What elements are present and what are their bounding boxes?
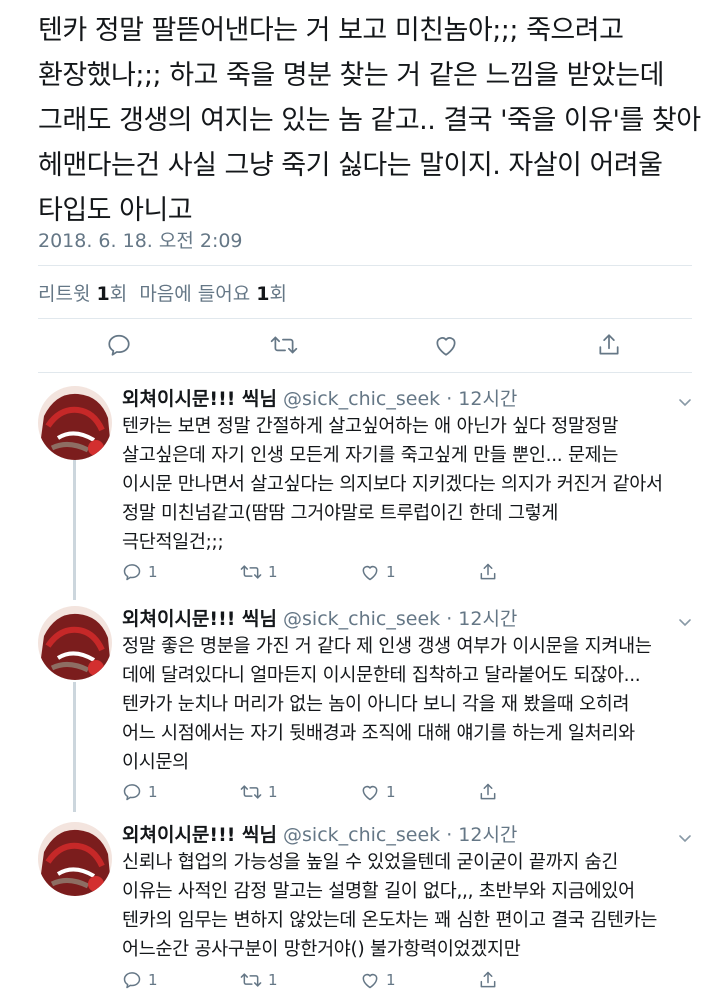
author-name[interactable]: 외쳐이시문!!! 씩님 [122,824,277,846]
retweet-button[interactable]: 1 [240,782,278,802]
retweet-button[interactable]: 1 [240,562,278,582]
retweet-stat[interactable]: 리트윗 1회 [38,283,127,305]
retweet-icon [270,332,298,358]
retweet-count: 1 [268,783,278,801]
like-stat[interactable]: 마음에 들어요 1회 [139,283,287,305]
reply-count: 1 [148,563,158,581]
divider [38,372,692,373]
reply-tweet[interactable]: 외쳐이시문!!! 씩님 @sick_chic_seek · 12시간 신뢰나 협… [0,820,720,1003]
reply-line: 이유는 사적인 감정 말고는 설명할 길이 없다,,, 초반부와 지금에있어 [122,881,635,902]
chevron-down-icon[interactable] [678,612,692,631]
retweet-stat-unit: 회 [109,283,128,305]
avatar[interactable] [38,606,112,680]
share-button[interactable] [478,970,498,990]
like-button[interactable] [433,332,459,358]
share-icon [478,970,498,990]
like-count: 1 [386,783,396,801]
reply-line: 데에 달려있다니 얼마든지 이시문한테 집착하고 달라붙어도 되잖아... [122,665,641,686]
reply-icon [122,562,142,582]
avatar[interactable] [38,386,112,460]
tweet-timestamp[interactable]: 2018. 6. 18. 오전 2:09 [38,226,243,253]
reply-line: 정말 좋은 명분을 가진 거 같다 제 인생 갱생 여부가 이시문을 지켜내는 [122,636,652,657]
reply-button[interactable]: 1 [122,782,158,802]
like-icon [360,562,380,582]
reply-tweet[interactable]: 외쳐이시문!!! 씩님 @sick_chic_seek · 12시간 정말 좋은… [0,604,720,814]
retweet-count: 1 [268,563,278,581]
reply-header: 외쳐이시문!!! 씩님 @sick_chic_seek · 12시간 [122,384,517,411]
retweet-icon [240,562,262,582]
tweet-line: 헤맨다는건 사실 그냥 죽기 싫다는 말이지. 자살이 어려울 [38,150,663,181]
reply-text: 텐카는 보면 정말 간절하게 살고싶어하는 애 아닌가 싶다 정말정말 살고싶은… [122,412,702,557]
reply-line: 텐카가 눈치나 머리가 없는 놈이 아니다 보니 각을 재 봤을때 오히려 [122,694,630,715]
reply-line: 극단적일건;;; [122,532,224,553]
reply-line: 이시문 만나면서 살고싶다는 의지보다 지키겠다는 의지가 커진거 같아서 [122,474,663,495]
tweet-line: 그래도 갱생의 여지는 있는 놈 같고.. 결국 '죽을 이유'를 찾아 [38,105,701,136]
tweet-line: 텐카 정말 팔뜯어낸다는 거 보고 미친놈아;;; 죽으려고 [38,15,624,46]
like-button[interactable]: 1 [360,970,396,990]
reply-text: 정말 좋은 명분을 가진 거 같다 제 인생 갱생 여부가 이시문을 지켜내는 … [122,632,702,777]
reply-line: 정말 미친넘같고(땀땀 그거야말로 트루럽이긴 한데 그렇게 [122,503,559,524]
chevron-down-icon[interactable] [678,828,692,847]
like-icon [360,970,380,990]
divider [38,265,692,266]
like-count: 1 [386,563,396,581]
reply-header: 외쳐이시문!!! 씩님 @sick_chic_seek · 12시간 [122,820,517,847]
like-icon [360,782,380,802]
reply-line: 텐카의 임무는 변하지 않았는데 온도차는 꽤 심한 편이고 결국 김텐카는 [122,910,658,931]
reply-tweet[interactable]: 외쳐이시문!!! 씩님 @sick_chic_seek · 12시간 텐카는 보… [0,384,720,594]
reply-line: 신뢰나 협업의 가능성을 높일 수 있었을텐데 굳이굳이 끝까지 숨긴 [122,852,619,873]
author-name[interactable]: 외쳐이시문!!! 씩님 [122,388,277,410]
share-icon [478,562,498,582]
reply-line: 이시문의 [122,752,189,773]
retweet-icon [240,782,262,802]
like-stat-label: 마음에 들어요 [139,283,251,305]
reply-icon [106,332,132,358]
like-button[interactable]: 1 [360,782,396,802]
reply-count: 1 [148,783,158,801]
share-icon [478,782,498,802]
reply-button[interactable]: 1 [122,970,158,990]
reply-button[interactable] [106,332,132,358]
like-button[interactable]: 1 [360,562,396,582]
retweet-icon [240,970,262,990]
chevron-down-icon[interactable] [678,392,692,411]
tweet-action-bar [0,326,720,366]
like-stat-count: 1 [256,283,270,305]
share-button[interactable] [596,332,622,358]
like-count: 1 [386,971,396,989]
share-button[interactable] [478,782,498,802]
reply-line: 살고싶은데 자기 인생 모든게 자기를 죽고싶게 만들 뿐인... 문제는 [122,445,619,466]
reply-text: 신뢰나 협업의 가능성을 높일 수 있었을텐데 굳이굳이 끝까지 숨긴 이유는 … [122,848,702,964]
tweet-text: 텐카 정말 팔뜯어낸다는 거 보고 미친놈아;;; 죽으려고 환장했나;;; 하… [38,8,708,233]
retweet-button[interactable]: 1 [240,970,278,990]
retweet-count: 1 [268,971,278,989]
retweet-stat-label: 리트윗 [38,283,91,305]
author-handle[interactable]: @sick_chic_seek · 12시간 [283,388,517,410]
reply-line: 어느 시점에서는 자기 뒷배경과 조직에 대해 얘기를 하는게 일처리와 [122,723,635,744]
retweet-button[interactable] [270,332,298,358]
reply-button[interactable]: 1 [122,562,158,582]
like-stat-unit: 회 [269,283,287,305]
share-button[interactable] [478,562,498,582]
reply-line: 텐카는 보면 정말 간절하게 살고싶어하는 애 아닌가 싶다 정말정말 [122,416,619,437]
avatar[interactable] [38,822,112,896]
author-name[interactable]: 외쳐이시문!!! 씩님 [122,608,277,630]
reply-line: 어느순간 공사구분이 망한거야() 불가항력이었겠지만 [122,939,521,960]
share-icon [596,332,622,358]
retweet-stat-count: 1 [96,283,110,305]
reply-header: 외쳐이시문!!! 씩님 @sick_chic_seek · 12시간 [122,604,517,631]
reply-icon [122,970,142,990]
tweet-stats: 리트윗 1회 마음에 들어요 1회 [38,279,287,306]
reply-icon [122,782,142,802]
author-handle[interactable]: @sick_chic_seek · 12시간 [283,824,517,846]
divider [38,318,692,319]
tweet-line: 환장했나;;; 하고 죽을 명분 찾는 거 같은 느낌을 받았는데 [38,60,664,91]
author-handle[interactable]: @sick_chic_seek · 12시간 [283,608,517,630]
reply-count: 1 [148,971,158,989]
like-icon [433,332,459,358]
